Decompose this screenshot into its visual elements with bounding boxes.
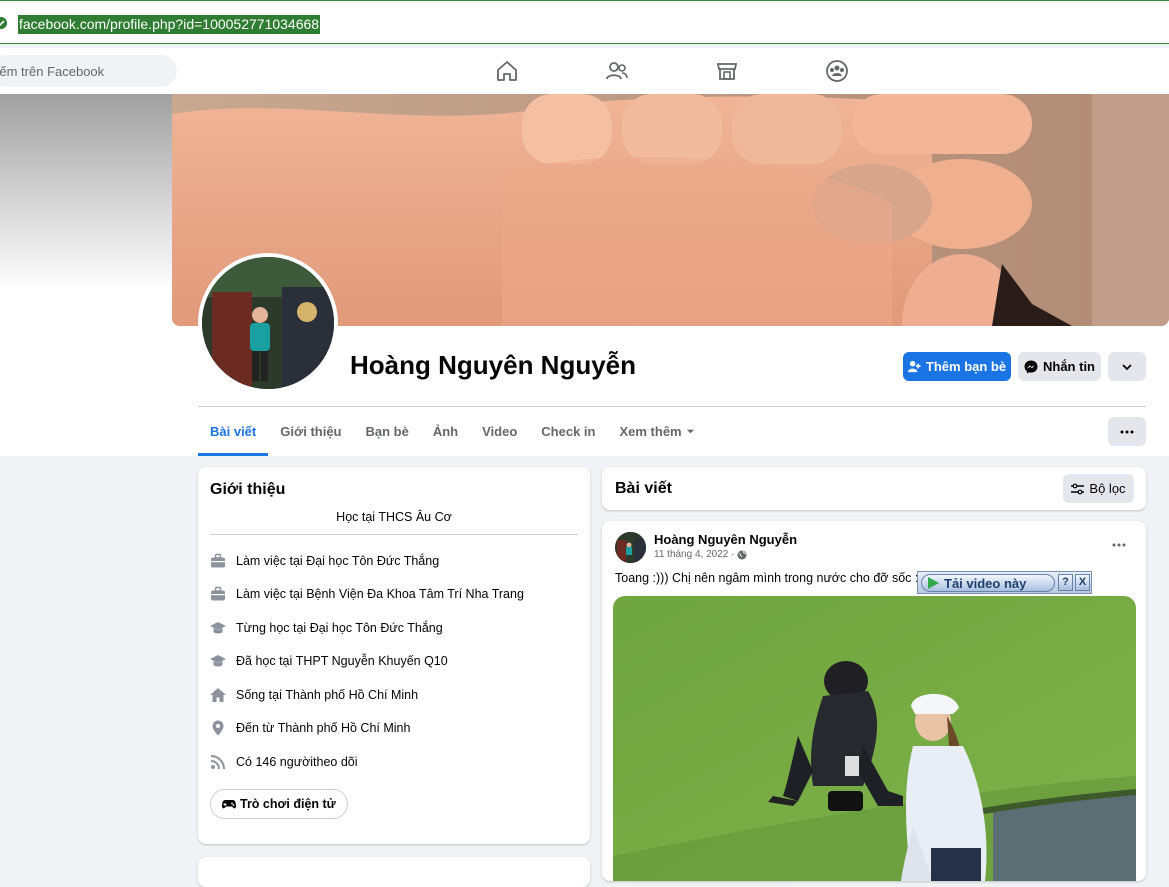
site-info-icon[interactable] [0,16,8,30]
tab-videos[interactable]: Video [470,410,529,454]
photos-card [198,857,590,887]
intro-row-value: THPT Nguyễn Khuyến Q10 [295,654,448,668]
more-profile-actions-button[interactable] [1108,352,1146,381]
graduation-cap-icon [210,622,226,634]
intro-bio: Học tại THCS Âu Cơ [336,510,452,524]
intro-row-work-1: Làm việc tại Đại học Tôn Đức Thắng [210,553,439,569]
caret-down-icon [686,429,694,434]
post-timestamp[interactable]: 11 tháng 4, 2022 · [654,549,747,560]
intro-row-prefix: Đã học tại [236,654,293,668]
intro-row-from: Đến từ Thành phố Hồ Chí Minh [210,720,410,736]
intro-row-value[interactable]: 146 người [255,755,313,769]
groups-icon[interactable] [825,59,849,83]
post-avatar-image [615,532,646,563]
filter-label: Bộ lọc [1089,481,1126,496]
intro-row-prefix: Sống tại [236,688,282,702]
tab-friends[interactable]: Bạn bè [354,410,421,454]
profile-avatar-image [202,257,334,389]
post-date-text: 11 tháng 4, 2022 · [654,549,735,560]
url-text[interactable]: facebook.com/profile.php?id=100052771034… [18,15,321,34]
search-placeholder: kiếm trên Facebook [0,64,105,79]
filter-button[interactable]: Bộ lọc [1063,474,1134,503]
games-chip[interactable]: Trò chơi điện tử [210,789,348,819]
intro-row-education-1: Từng học tại Đại học Tôn Đức Thắng [210,620,443,636]
download-video-label: Tải video này [944,575,1027,591]
games-chip-label: Trò chơi điện tử [240,797,336,811]
download-close-button[interactable]: X [1075,574,1090,591]
message-label: Nhắn tin [1043,359,1095,374]
briefcase-icon [211,553,225,568]
home-icon [210,688,226,702]
intro-row-value[interactable]: Đại học Tôn Đức Thắng [306,554,439,568]
post-text: Toang :))) Chị nên ngâm mình trong nước … [615,571,927,585]
intro-row-prefix: Làm việc tại [236,554,303,568]
tabs-overflow-button[interactable] [1108,417,1146,446]
profile-name: Hoàng Nguyên Nguyễn [350,350,637,380]
left-background-fade [0,94,172,454]
globe-icon [737,550,747,559]
posts-header-title: Bài viết [615,480,672,497]
location-pin-icon [212,720,224,736]
address-bar[interactable]: facebook.com/profile.php?id=100052771034… [0,0,1169,44]
tab-posts[interactable]: Bài viết [198,410,269,456]
intro-row-prefix: Từng học tại [236,621,307,635]
post-author-avatar[interactable] [615,532,646,563]
gamepad-icon [222,800,236,809]
filter-sliders-icon [1071,483,1085,494]
profile-tabs: Bài viết Giới thiệu Bạn bè Ảnh Video Che… [198,410,707,456]
add-friend-label: Thêm bạn bè [925,359,1007,374]
top-navigation: kiếm trên Facebook [0,48,1169,94]
rss-icon [210,755,225,770]
home-icon[interactable] [495,59,519,83]
post-video[interactable] [613,596,1136,881]
intro-divider [210,534,578,535]
intro-row-followers: Có 146 người theo dõi [210,754,358,770]
post-options-icon[interactable] [1112,543,1126,547]
video-download-toolbar: Tải video này ? X [917,571,1092,594]
download-video-button[interactable]: Tải video này [921,574,1055,592]
tab-more-label: Xem thêm [619,424,682,439]
ellipsis-icon [1120,430,1134,433]
intro-row-value[interactable]: Thành phố Hồ Chí Minh [285,688,418,702]
profile-avatar[interactable] [198,253,338,393]
intro-card: Giới thiệu Học tại THCS Âu Cơ Làm việc t… [198,467,590,844]
download-help-button[interactable]: ? [1058,574,1073,591]
intro-row-value[interactable]: Đại học Tôn Đức Thắng [310,621,443,635]
post-author-name[interactable]: Hoàng Nguyên Nguyễn [654,532,797,547]
intro-row-lives-in: Sống tại Thành phố Hồ Chí Minh [210,687,418,703]
intro-row-prefix: Đến từ [236,721,275,735]
graduation-cap-icon [210,655,226,667]
friends-icon[interactable] [605,59,629,83]
intro-row-work-2: Làm việc tại Bệnh Viện Đa Khoa Tâm Trí N… [210,586,524,602]
message-button[interactable]: Nhắn tin [1018,352,1101,381]
intro-row-prefix: Có [236,755,252,769]
add-person-icon [907,360,921,373]
intro-row-value[interactable]: Bệnh Viện Đa Khoa Tâm Trí Nha Trang [306,587,524,601]
intro-row-education-2: Đã học tại THPT Nguyễn Khuyến Q10 [210,653,448,669]
search-input[interactable]: kiếm trên Facebook [0,55,177,87]
posts-header-card: Bài viết Bộ lọc [602,467,1146,510]
intro-title: Giới thiệu [210,481,286,498]
intro-row-suffix: theo dõi [313,755,358,769]
tab-check-in[interactable]: Check in [529,410,607,454]
chevron-down-icon [1122,363,1132,370]
tab-photos[interactable]: Ảnh [421,410,470,454]
play-icon [928,577,939,589]
briefcase-icon [211,586,225,601]
messenger-icon [1024,360,1038,373]
tab-about[interactable]: Giới thiệu [268,410,353,454]
tab-more[interactable]: Xem thêm [607,410,706,454]
profile-divider [198,406,1146,407]
add-friend-button[interactable]: Thêm bạn bè [903,352,1011,381]
intro-row-prefix: Làm việc tại [236,587,303,601]
intro-row-value[interactable]: Thành phố Hồ Chí Minh [278,721,411,735]
marketplace-icon[interactable] [715,59,739,83]
post-video-frame [613,596,1136,881]
